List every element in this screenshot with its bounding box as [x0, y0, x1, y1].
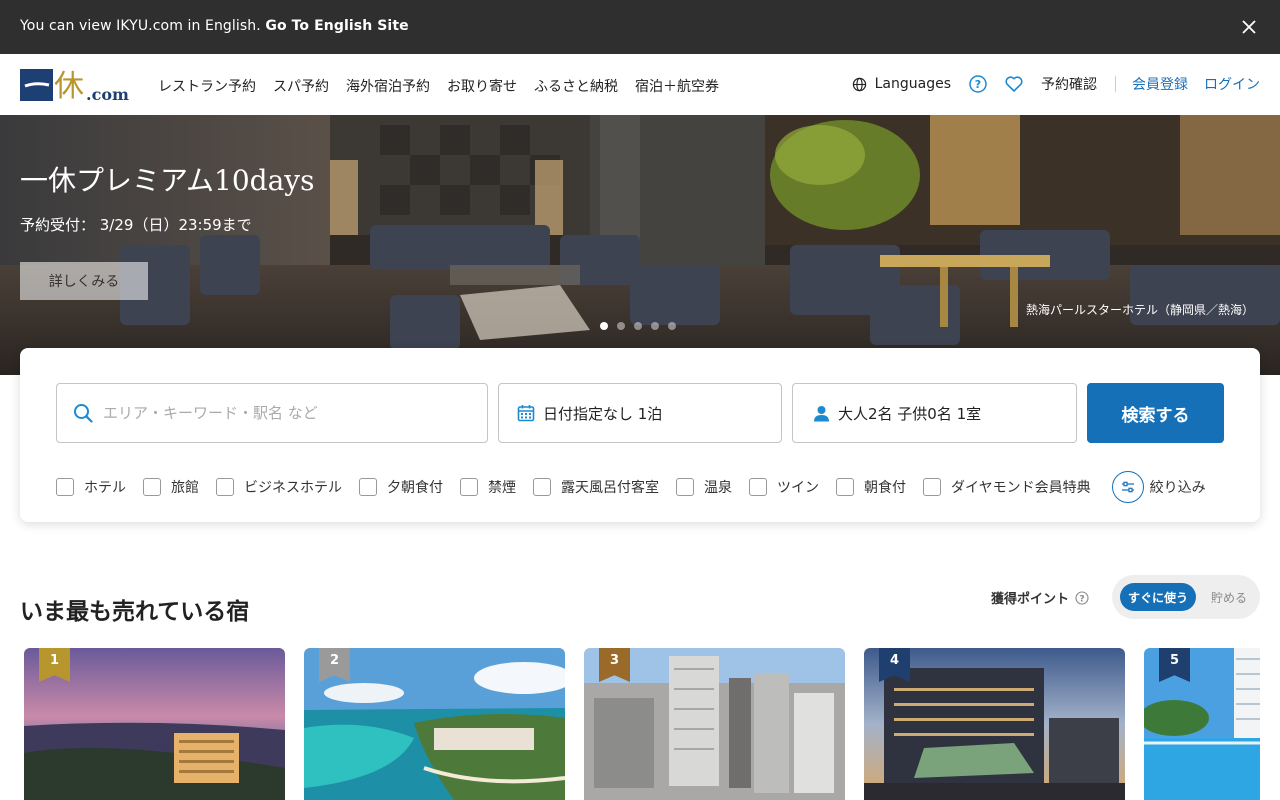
- filter-two-meals[interactable]: 夕朝食付: [359, 477, 443, 497]
- nav-spa[interactable]: スパ予約: [273, 76, 329, 96]
- filter-label: ホテル: [84, 480, 126, 496]
- filter-non-smoking[interactable]: 禁煙: [460, 477, 516, 497]
- filter-label: ビジネスホテル: [244, 480, 342, 496]
- hero-banner[interactable]: 一休プレミアム10days 予約受付： 3/29（日）23:59まで 詳しくみる…: [0, 115, 1280, 375]
- nav-shopping[interactable]: お取り寄せ: [447, 76, 517, 96]
- hotel-card-3[interactable]: 3: [584, 648, 845, 800]
- carousel-dot-3[interactable]: [634, 322, 642, 330]
- filter-sliders-icon: [1111, 471, 1144, 503]
- filter-label: 露天風呂付客室: [561, 480, 659, 496]
- help-icon[interactable]: ?: [1075, 590, 1089, 605]
- search-icon: [74, 404, 93, 423]
- banner-message: You can view IKYU.com in English. Go To …: [20, 18, 409, 34]
- filter-label: 温泉: [704, 480, 732, 496]
- nav-overseas[interactable]: 海外宿泊予約: [346, 76, 430, 96]
- checkbox[interactable]: [460, 478, 478, 496]
- carousel-dot-4[interactable]: [651, 322, 659, 330]
- hero-title: 一休プレミアム10days: [20, 164, 315, 197]
- header-divider: [1115, 76, 1116, 92]
- carousel-dot-2[interactable]: [617, 322, 625, 330]
- person-icon: [814, 405, 829, 421]
- nav-furusato[interactable]: ふるさと納税: [534, 76, 618, 96]
- checkbox[interactable]: [749, 478, 767, 496]
- register-link[interactable]: 会員登録: [1132, 74, 1188, 94]
- filter-ryokan[interactable]: 旅館: [143, 477, 199, 497]
- checkbox[interactable]: [923, 478, 941, 496]
- checkbox[interactable]: [836, 478, 854, 496]
- keyword-input[interactable]: [103, 404, 463, 422]
- carousel-dots: [600, 322, 676, 330]
- languages-button[interactable]: Languages: [852, 76, 951, 92]
- filter-business-hotel[interactable]: ビジネスホテル: [216, 477, 342, 497]
- hero-details-button[interactable]: 詳しくみる: [20, 262, 148, 300]
- filter-twin[interactable]: ツイン: [749, 477, 819, 497]
- refine-button[interactable]: 絞り込み: [1111, 471, 1206, 503]
- points-text: 獲得ポイント: [991, 592, 1070, 607]
- checkbox[interactable]: [216, 478, 234, 496]
- calendar-icon: [517, 405, 535, 422]
- favorite-heart-icon[interactable]: [1005, 76, 1023, 92]
- hero-caption: 熱海パールスターホテル（静岡県／熱海）: [1025, 303, 1254, 317]
- checkbox[interactable]: [533, 478, 551, 496]
- filter-diamond[interactable]: ダイヤモンド会員特典: [923, 477, 1091, 497]
- search-submit-button[interactable]: 検索する: [1087, 383, 1224, 443]
- svg-text:休: 休: [54, 69, 84, 104]
- svg-text:.com: .com: [86, 85, 129, 104]
- checkbox[interactable]: [56, 478, 74, 496]
- svg-text:?: ?: [1079, 594, 1084, 604]
- filter-hotel[interactable]: ホテル: [56, 477, 126, 497]
- english-site-banner: You can view IKYU.com in English. Go To …: [0, 0, 1280, 54]
- points-toggle[interactable]: すぐに使う 貯める: [1112, 575, 1260, 619]
- close-icon[interactable]: [1240, 18, 1258, 36]
- reservation-check-link[interactable]: 予約確認: [1041, 74, 1097, 94]
- date-field[interactable]: 日付指定なし 1泊: [498, 383, 782, 443]
- english-site-link[interactable]: Go To English Site: [265, 18, 408, 34]
- hotel-card-2[interactable]: 2: [304, 648, 565, 800]
- filter-label: ダイヤモンド会員特典: [951, 480, 1091, 496]
- globe-icon: [852, 77, 866, 91]
- hotel-card-5[interactable]: 5: [1144, 648, 1260, 800]
- search-panel: 日付指定なし 1泊 大人2名 子供0名 1室 検索する ホテル 旅館 ビジネスホ…: [20, 348, 1260, 522]
- refine-label: 絞り込み: [1149, 480, 1206, 496]
- main-nav: レストラン予約 スパ予約 海外宿泊予約 お取り寄せ ふるさと納税 宿泊＋航空券: [158, 76, 736, 96]
- guests-value: 大人2名 子供0名 1室: [838, 404, 982, 423]
- filter-open-air-bath[interactable]: 露天風呂付客室: [533, 477, 659, 497]
- filter-label: ツイン: [777, 480, 819, 496]
- filter-label: 朝食付: [864, 480, 906, 496]
- points-label: 獲得ポイント ?: [991, 588, 1089, 607]
- help-icon[interactable]: ?: [969, 75, 987, 93]
- nav-restaurant[interactable]: レストラン予約: [158, 76, 256, 96]
- carousel-dot-1[interactable]: [600, 322, 608, 330]
- hotel-card-4[interactable]: 4: [864, 648, 1125, 800]
- hotel-card-1[interactable]: 1: [24, 648, 285, 800]
- ranking-title: いま最も売れている宿: [20, 599, 250, 625]
- checkbox[interactable]: [676, 478, 694, 496]
- filter-label: 禁煙: [488, 480, 516, 496]
- filter-checkboxes: ホテル 旅館 ビジネスホテル 夕朝食付 禁煙 露天風呂付客室 温泉 ツイン 朝食…: [56, 471, 1206, 503]
- ranking-cards: 1 2 3 4 5: [24, 648, 1260, 800]
- hotel-lobby-image: [0, 115, 1280, 375]
- banner-text: You can view IKYU.com in English.: [20, 18, 261, 34]
- filter-breakfast[interactable]: 朝食付: [836, 477, 906, 497]
- guests-field[interactable]: 大人2名 子供0名 1室: [792, 383, 1077, 443]
- keyword-field[interactable]: [56, 383, 488, 443]
- checkbox[interactable]: [143, 478, 161, 496]
- carousel-dot-5[interactable]: [668, 322, 676, 330]
- site-header: 休 .com レストラン予約 スパ予約 海外宿泊予約 お取り寄せ ふるさと納税 …: [0, 54, 1280, 115]
- filter-onsen[interactable]: 温泉: [676, 477, 732, 497]
- date-value: 日付指定なし 1泊: [543, 404, 663, 423]
- login-link[interactable]: ログイン: [1204, 74, 1260, 94]
- filter-label: 旅館: [171, 480, 199, 496]
- checkbox[interactable]: [359, 478, 377, 496]
- filter-label: 夕朝食付: [387, 480, 443, 496]
- save-points-toggle[interactable]: 貯める: [1204, 583, 1254, 611]
- languages-label: Languages: [874, 76, 951, 92]
- ikyu-logo[interactable]: 休 .com: [20, 66, 135, 106]
- hero-subtitle: 予約受付： 3/29（日）23:59まで: [20, 216, 252, 234]
- use-now-toggle[interactable]: すぐに使う: [1120, 583, 1196, 611]
- nav-dp[interactable]: 宿泊＋航空券: [635, 76, 719, 96]
- svg-text:?: ?: [975, 78, 981, 91]
- header-right: Languages ? 予約確認 会員登録 ログイン: [852, 74, 1260, 94]
